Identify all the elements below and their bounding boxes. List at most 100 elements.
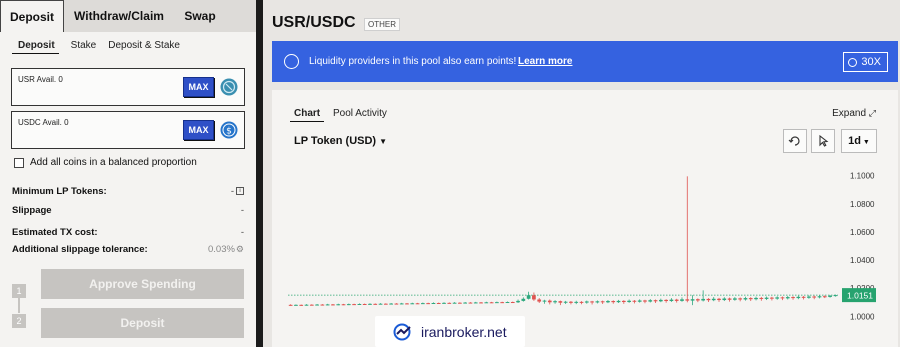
candle-body — [822, 296, 827, 298]
candle-body — [526, 295, 531, 299]
candle-body — [463, 302, 468, 304]
candle-body — [791, 297, 795, 299]
y-tick-label: 1.0800 — [850, 200, 875, 209]
candle-body — [389, 303, 393, 305]
candle-body — [505, 302, 510, 304]
candle-body — [320, 304, 325, 306]
candle-body — [452, 302, 457, 304]
candle-body — [833, 295, 838, 297]
candle-body — [510, 302, 515, 304]
candle-body — [331, 304, 335, 306]
candle-body — [405, 303, 409, 305]
candle-body — [532, 295, 536, 300]
candle-body — [616, 300, 621, 303]
candle-body — [801, 296, 806, 298]
candle-body — [569, 301, 573, 303]
candle-body — [547, 300, 552, 303]
candle-body — [669, 299, 674, 302]
candle-body — [436, 303, 441, 304]
candle-body — [352, 304, 356, 306]
candle-body — [627, 300, 631, 303]
candle-body — [600, 301, 605, 303]
candle-body — [611, 301, 616, 303]
candle-body — [373, 303, 378, 305]
candle-body — [579, 301, 584, 303]
watermark: iranbroker.net — [375, 316, 525, 347]
candle-body — [357, 303, 362, 305]
candle-body — [664, 299, 668, 302]
candle-body — [696, 299, 700, 301]
candle-body — [722, 298, 727, 301]
candle-body — [590, 301, 594, 303]
candle-body — [775, 297, 780, 299]
candle-body — [410, 303, 415, 305]
candle-body — [473, 302, 478, 304]
candle-body — [489, 302, 494, 304]
candle-body — [690, 299, 695, 301]
y-tick-label: 1.0600 — [850, 228, 875, 237]
candle-body — [521, 298, 526, 301]
y-tick-label: 1.0400 — [850, 256, 875, 265]
candle-body — [500, 302, 505, 304]
candle-body — [458, 302, 462, 304]
candle-body — [632, 300, 637, 302]
candle-body — [574, 301, 579, 303]
candle-body — [346, 304, 351, 306]
candle-body — [294, 304, 298, 306]
candle-body — [711, 298, 716, 301]
candle-body — [378, 303, 383, 305]
candle-body — [315, 304, 319, 306]
candle-body — [648, 300, 653, 302]
candle-body — [399, 303, 404, 305]
candle-body — [727, 298, 732, 300]
candle-body — [764, 297, 769, 299]
candle-body — [807, 296, 811, 298]
candle-body — [304, 304, 309, 306]
candle-body — [542, 300, 547, 302]
candle-body — [606, 301, 610, 303]
candle-body — [368, 303, 372, 305]
chart-trend-icon — [393, 323, 411, 340]
candle-body — [288, 304, 293, 306]
candle-body — [595, 301, 600, 303]
watermark-text: iranbroker.net — [421, 323, 507, 340]
candle-body — [817, 296, 822, 298]
candle-body — [516, 300, 520, 303]
candle-body — [394, 303, 399, 305]
candle-body — [759, 297, 764, 299]
candle-body — [479, 302, 483, 304]
candle-body — [484, 302, 489, 304]
candle-body — [674, 299, 679, 301]
y-tick-label: 1.0000 — [850, 312, 875, 321]
candle-body — [717, 298, 721, 301]
candle-body — [442, 302, 446, 304]
candle-body — [685, 299, 690, 301]
candle-body — [680, 299, 684, 301]
candle-body — [426, 303, 430, 305]
candle-body — [341, 304, 346, 306]
candle-body — [325, 304, 330, 306]
price-chart[interactable]: 1.10001.08001.06001.04001.02001.00001.01… — [0, 0, 900, 347]
candle-body — [495, 302, 499, 304]
candle-body — [653, 300, 658, 302]
candle-body — [658, 299, 663, 302]
candle-body — [733, 298, 737, 300]
candle-body — [748, 298, 753, 300]
candle-body — [637, 300, 642, 302]
candle-body — [828, 295, 832, 297]
candle-body — [309, 304, 314, 306]
candle-body — [738, 298, 743, 300]
candle-body — [743, 298, 748, 300]
candle-body — [447, 302, 452, 304]
candle-body — [563, 301, 568, 303]
candle-body — [796, 296, 801, 299]
candle-body — [584, 301, 589, 303]
candle-body — [780, 297, 785, 299]
candle-body — [643, 300, 647, 302]
candle-body — [812, 296, 817, 298]
candle-body — [336, 304, 341, 306]
candle-body — [383, 303, 388, 305]
candle-body — [558, 301, 563, 303]
candle-body — [553, 301, 557, 303]
candle-body — [770, 297, 774, 299]
